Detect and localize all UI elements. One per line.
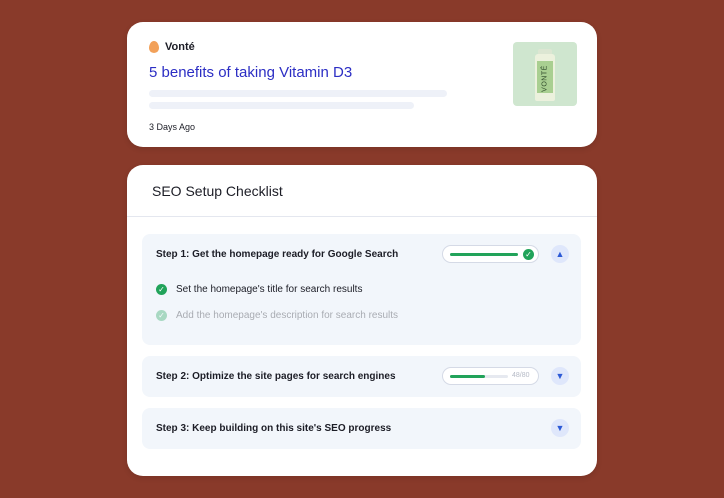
step-title: Step 3: Keep building on this site's SEO… [156,423,392,434]
step-title: Step 2: Optimize the site pages for sear… [156,371,396,382]
progress-fill [450,253,518,256]
check-circle-icon: ✓ [156,284,167,295]
progress-fill [450,375,485,378]
brand-name: Vonté [165,41,195,53]
step-3[interactable]: Step 3: Keep building on this site's SEO… [142,408,581,449]
preview-date: 3 Days Ago [149,122,196,132]
step-progress: 48/80 [442,367,539,385]
divider [127,216,597,217]
chevron-down-icon[interactable]: ▼ [551,367,569,385]
description-placeholder-line [149,90,447,97]
product-thumbnail: VONTÉ [513,42,577,106]
checklist-item[interactable]: ✓ Set the homepage's title for search re… [156,284,362,295]
step-progress: ✓ [442,245,539,263]
step-2[interactable]: Step 2: Optimize the site pages for sear… [142,356,581,397]
seo-checklist-card: SEO Setup Checklist Step 1: Get the home… [127,165,597,476]
progress-track [450,375,508,378]
checklist-item-label: Add the homepage's description for searc… [176,310,399,321]
chevron-down-icon[interactable]: ▼ [551,419,569,437]
brand: Vonté [149,41,195,53]
step-title: Step 1: Get the homepage ready for Googl… [156,249,399,260]
progress-track [450,253,518,256]
description-placeholder-line [149,102,414,109]
checklist-item[interactable]: ✓ Add the homepage's description for sea… [156,310,398,321]
bottle-label-text: VONTÉ [541,65,549,92]
chevron-up-icon[interactable]: ▲ [551,245,569,263]
step-1[interactable]: Step 1: Get the homepage ready for Googl… [142,234,581,345]
search-preview-card[interactable]: Vonté 5 benefits of taking Vitamin D3 3 … [127,22,597,147]
bottle-image: VONTÉ [535,49,555,101]
check-circle-icon: ✓ [523,249,534,260]
check-circle-icon: ✓ [156,310,167,321]
brand-logo-icon [149,41,159,53]
progress-count: 48/80 [512,372,530,379]
checklist-item-label: Set the homepage's title for search resu… [176,284,363,295]
checklist-title: SEO Setup Checklist [152,183,283,199]
preview-title-link[interactable]: 5 benefits of taking Vitamin D3 [149,64,352,81]
